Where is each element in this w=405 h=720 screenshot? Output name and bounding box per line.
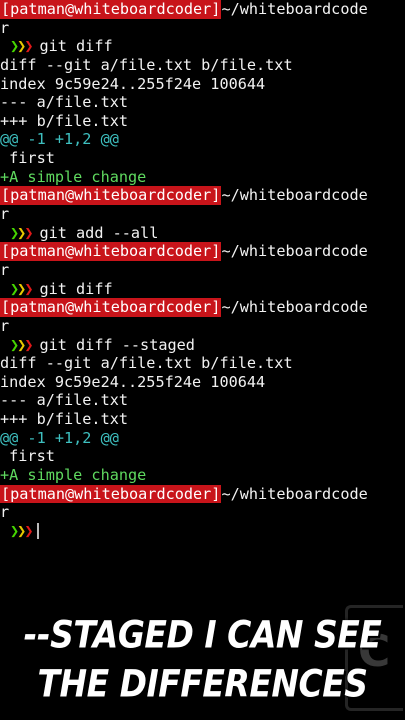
prompt-line: [patman@whiteboardcoder]~/whiteboardcode xyxy=(0,242,405,261)
diff-context: first xyxy=(0,447,55,466)
prompt-arrows-icon: ❯❯❯ xyxy=(10,37,34,56)
prompt-user-host: [patman@whiteboardcoder] xyxy=(0,0,222,19)
diff-hunk: @@ -1 +1,2 @@ xyxy=(0,130,119,149)
prompt-line: [patman@whiteboardcoder]~/whiteboardcode xyxy=(0,186,405,206)
diff-added: +A simple change xyxy=(0,466,147,485)
diff-added: +A simple change xyxy=(0,167,147,186)
prompt-path: ~/whiteboardcode xyxy=(221,484,368,503)
command-text: git diff --staged xyxy=(39,335,195,354)
terminal-window[interactable]: [patman@whiteboardcoder]~/whiteboardcode… xyxy=(0,0,405,545)
input-line[interactable]: ❯❯❯ xyxy=(0,522,405,541)
diff-plus-file: +++ b/file.txt xyxy=(0,410,129,429)
diff-index: index 9c59e24..255f24e 100644 xyxy=(0,372,266,391)
prompt-user-host: [patman@whiteboardcoder] xyxy=(0,484,222,504)
diff-header: diff --git a/file.txt b/file.txt xyxy=(0,354,293,373)
prompt-path-wrap: r xyxy=(0,18,10,37)
diff-hunk: @@ -1 +1,2 @@ xyxy=(0,428,119,447)
prompt-path-wrap: r xyxy=(0,205,10,224)
prompt-arrows-icon: ❯❯❯ xyxy=(10,223,34,242)
diff-index: index 9c59e24..255f24e 100644 xyxy=(0,74,266,93)
prompt-arrows-icon: ❯❯❯ xyxy=(10,279,34,298)
text-cursor xyxy=(37,523,40,540)
prompt-user-host: [patman@whiteboardcoder] xyxy=(0,186,222,206)
prompt-path: ~/whiteboardcode xyxy=(221,242,368,261)
caption-line-1: --STAGED I CAN SEE xyxy=(23,612,382,657)
command-line: ❯❯❯ git diff --staged xyxy=(0,336,405,355)
command-line: ❯❯❯ git diff xyxy=(0,37,405,56)
command-text: git diff xyxy=(39,37,113,56)
diff-minus-file: --- a/file.txt xyxy=(0,391,129,410)
diff-header: diff --git a/file.txt b/file.txt xyxy=(0,55,293,74)
prompt-path-wrap: r xyxy=(0,316,10,335)
diff-minus-file: --- a/file.txt xyxy=(0,93,129,112)
caption-line-2: THE DIFFERENCES xyxy=(37,661,368,706)
prompt-path-wrap: r xyxy=(0,503,10,522)
prompt-line: [patman@whiteboardcoder]~/whiteboardcode xyxy=(0,298,405,317)
prompt-user-host: [patman@whiteboardcoder] xyxy=(0,242,222,261)
prompt-arrows-icon: ❯❯❯ xyxy=(10,335,34,354)
command-line: ❯❯❯ git diff xyxy=(0,280,405,299)
command-text: git diff xyxy=(39,279,113,298)
prompt-path: ~/whiteboardcode xyxy=(221,186,368,205)
prompt-line: [patman@whiteboardcoder]~/whiteboardcode xyxy=(0,484,405,504)
command-line: ❯❯❯ git add --all xyxy=(0,224,405,243)
prompt-user-host: [patman@whiteboardcoder] xyxy=(0,298,222,317)
prompt-path: ~/whiteboardcode xyxy=(221,298,368,317)
prompt-path: ~/whiteboardcode xyxy=(221,0,368,18)
prompt-path-wrap: r xyxy=(0,260,10,279)
command-text: git add --all xyxy=(39,223,159,242)
prompt-line: [patman@whiteboardcoder]~/whiteboardcode xyxy=(0,0,405,19)
prompt-arrows-icon: ❯❯❯ xyxy=(10,521,34,540)
diff-plus-file: +++ b/file.txt xyxy=(0,111,129,130)
diff-context: first xyxy=(0,149,55,168)
